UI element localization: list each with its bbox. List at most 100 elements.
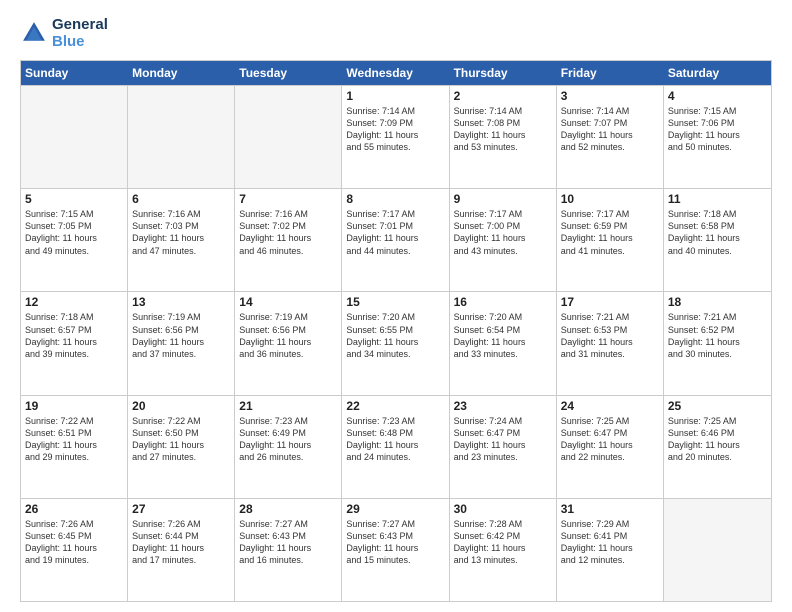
day-cell — [664, 499, 771, 601]
day-cell: 12 Sunrise: 7:18 AM Sunset: 6:57 PM Dayli… — [21, 292, 128, 394]
day-number: 15 — [346, 295, 444, 309]
day-number: 28 — [239, 502, 337, 516]
week-row: 26 Sunrise: 7:26 AM Sunset: 6:45 PM Dayli… — [21, 498, 771, 601]
day-cell: 20 Sunrise: 7:22 AM Sunset: 6:50 PM Dayli… — [128, 396, 235, 498]
day-number: 8 — [346, 192, 444, 206]
day-info: Sunrise: 7:22 AM Sunset: 6:50 PM Dayligh… — [132, 415, 230, 464]
day-cell: 9 Sunrise: 7:17 AM Sunset: 7:00 PM Daylig… — [450, 189, 557, 291]
day-number: 24 — [561, 399, 659, 413]
day-number: 17 — [561, 295, 659, 309]
day-cell: 22 Sunrise: 7:23 AM Sunset: 6:48 PM Dayli… — [342, 396, 449, 498]
day-number: 12 — [25, 295, 123, 309]
day-number: 10 — [561, 192, 659, 206]
day-info: Sunrise: 7:21 AM Sunset: 6:52 PM Dayligh… — [668, 311, 767, 360]
logo-icon — [20, 19, 48, 47]
day-header: Thursday — [450, 61, 557, 85]
day-info: Sunrise: 7:29 AM Sunset: 6:41 PM Dayligh… — [561, 518, 659, 567]
day-cell: 6Sunrise: 7:16 AM Sunset: 7:03 PM Daylig… — [128, 189, 235, 291]
day-number: 26 — [25, 502, 123, 516]
day-info: Sunrise: 7:27 AM Sunset: 6:43 PM Dayligh… — [346, 518, 444, 567]
day-number: 5 — [25, 192, 123, 206]
day-number: 13 — [132, 295, 230, 309]
day-info: Sunrise: 7:25 AM Sunset: 6:47 PM Dayligh… — [561, 415, 659, 464]
day-cell: 23 Sunrise: 7:24 AM Sunset: 6:47 PM Dayli… — [450, 396, 557, 498]
day-cell: 5 Sunrise: 7:15 AM Sunset: 7:05 PM Daylig… — [21, 189, 128, 291]
day-cell — [235, 86, 342, 188]
day-cell: 26 Sunrise: 7:26 AM Sunset: 6:45 PM Dayli… — [21, 499, 128, 601]
day-info: Sunrise: 7:20 AM Sunset: 6:55 PM Dayligh… — [346, 311, 444, 360]
day-number: 23 — [454, 399, 552, 413]
day-cell: 14Sunrise: 7:19 AM Sunset: 6:56 PM Dayli… — [235, 292, 342, 394]
day-header: Wednesday — [342, 61, 449, 85]
day-header: Tuesday — [235, 61, 342, 85]
day-info: Sunrise: 7:17 AM Sunset: 6:59 PM Dayligh… — [561, 208, 659, 257]
day-cell: 28 Sunrise: 7:27 AM Sunset: 6:43 PM Dayli… — [235, 499, 342, 601]
day-info: Sunrise: 7:15 AM Sunset: 7:06 PM Dayligh… — [668, 105, 767, 154]
day-cell — [21, 86, 128, 188]
day-info: Sunrise: 7:16 AM Sunset: 7:02 PM Dayligh… — [239, 208, 337, 257]
day-number: 30 — [454, 502, 552, 516]
day-info: Sunrise: 7:26 AM Sunset: 6:44 PM Dayligh… — [132, 518, 230, 567]
day-info: Sunrise: 7:27 AM Sunset: 6:43 PM Dayligh… — [239, 518, 337, 567]
day-info: Sunrise: 7:18 AM Sunset: 6:58 PM Dayligh… — [668, 208, 767, 257]
day-info: Sunrise: 7:28 AM Sunset: 6:42 PM Dayligh… — [454, 518, 552, 567]
day-cell: 15 Sunrise: 7:20 AM Sunset: 6:55 PM Dayli… — [342, 292, 449, 394]
day-info: Sunrise: 7:19 AM Sunset: 6:56 PM Dayligh… — [239, 311, 337, 360]
day-cell: 8 Sunrise: 7:17 AM Sunset: 7:01 PM Daylig… — [342, 189, 449, 291]
day-info: Sunrise: 7:20 AM Sunset: 6:54 PM Dayligh… — [454, 311, 552, 360]
day-number: 1 — [346, 89, 444, 103]
week-row: 19 Sunrise: 7:22 AM Sunset: 6:51 PM Dayli… — [21, 395, 771, 498]
day-number: 11 — [668, 192, 767, 206]
day-cell: 24 Sunrise: 7:25 AM Sunset: 6:47 PM Dayli… — [557, 396, 664, 498]
day-cell: 16 Sunrise: 7:20 AM Sunset: 6:54 PM Dayli… — [450, 292, 557, 394]
day-number: 9 — [454, 192, 552, 206]
day-header: Monday — [128, 61, 235, 85]
day-number: 18 — [668, 295, 767, 309]
day-info: Sunrise: 7:15 AM Sunset: 7:05 PM Dayligh… — [25, 208, 123, 257]
logo: General Blue — [20, 16, 108, 50]
day-number: 6 — [132, 192, 230, 206]
week-row: 5 Sunrise: 7:15 AM Sunset: 7:05 PM Daylig… — [21, 188, 771, 291]
day-info: Sunrise: 7:21 AM Sunset: 6:53 PM Dayligh… — [561, 311, 659, 360]
day-info: Sunrise: 7:18 AM Sunset: 6:57 PM Dayligh… — [25, 311, 123, 360]
day-number: 7 — [239, 192, 337, 206]
day-cell: 1 Sunrise: 7:14 AM Sunset: 7:09 PM Daylig… — [342, 86, 449, 188]
day-cell: 17 Sunrise: 7:21 AM Sunset: 6:53 PM Dayli… — [557, 292, 664, 394]
day-info: Sunrise: 7:19 AM Sunset: 6:56 PM Dayligh… — [132, 311, 230, 360]
day-info: Sunrise: 7:23 AM Sunset: 6:48 PM Dayligh… — [346, 415, 444, 464]
day-cell: 7 Sunrise: 7:16 AM Sunset: 7:02 PM Daylig… — [235, 189, 342, 291]
day-cell: 4Sunrise: 7:15 AM Sunset: 7:06 PM Daylig… — [664, 86, 771, 188]
day-header: Sunday — [21, 61, 128, 85]
weeks: 1 Sunrise: 7:14 AM Sunset: 7:09 PM Daylig… — [21, 85, 771, 601]
day-number: 29 — [346, 502, 444, 516]
day-number: 20 — [132, 399, 230, 413]
day-cell: 2Sunrise: 7:14 AM Sunset: 7:08 PM Daylig… — [450, 86, 557, 188]
day-number: 22 — [346, 399, 444, 413]
day-info: Sunrise: 7:17 AM Sunset: 7:00 PM Dayligh… — [454, 208, 552, 257]
day-cell: 3Sunrise: 7:14 AM Sunset: 7:07 PM Daylig… — [557, 86, 664, 188]
day-header: Friday — [557, 61, 664, 85]
day-number: 16 — [454, 295, 552, 309]
day-info: Sunrise: 7:24 AM Sunset: 6:47 PM Dayligh… — [454, 415, 552, 464]
day-info: Sunrise: 7:14 AM Sunset: 7:09 PM Dayligh… — [346, 105, 444, 154]
day-info: Sunrise: 7:25 AM Sunset: 6:46 PM Dayligh… — [668, 415, 767, 464]
day-cell: 25 Sunrise: 7:25 AM Sunset: 6:46 PM Dayli… — [664, 396, 771, 498]
day-number: 25 — [668, 399, 767, 413]
week-row: 1 Sunrise: 7:14 AM Sunset: 7:09 PM Daylig… — [21, 85, 771, 188]
day-cell: 31Sunrise: 7:29 AM Sunset: 6:41 PM Dayli… — [557, 499, 664, 601]
day-cell: 13 Sunrise: 7:19 AM Sunset: 6:56 PM Dayli… — [128, 292, 235, 394]
day-number: 19 — [25, 399, 123, 413]
day-cell: 18 Sunrise: 7:21 AM Sunset: 6:52 PM Dayli… — [664, 292, 771, 394]
day-cell: 21 Sunrise: 7:23 AM Sunset: 6:49 PM Dayli… — [235, 396, 342, 498]
day-info: Sunrise: 7:22 AM Sunset: 6:51 PM Dayligh… — [25, 415, 123, 464]
day-info: Sunrise: 7:17 AM Sunset: 7:01 PM Dayligh… — [346, 208, 444, 257]
header: General Blue — [20, 16, 772, 50]
day-number: 27 — [132, 502, 230, 516]
day-number: 21 — [239, 399, 337, 413]
day-info: Sunrise: 7:23 AM Sunset: 6:49 PM Dayligh… — [239, 415, 337, 464]
day-cell: 29 Sunrise: 7:27 AM Sunset: 6:43 PM Dayli… — [342, 499, 449, 601]
day-cell: 19 Sunrise: 7:22 AM Sunset: 6:51 PM Dayli… — [21, 396, 128, 498]
day-info: Sunrise: 7:26 AM Sunset: 6:45 PM Dayligh… — [25, 518, 123, 567]
logo-text: General Blue — [52, 16, 108, 50]
day-cell: 30 Sunrise: 7:28 AM Sunset: 6:42 PM Dayli… — [450, 499, 557, 601]
